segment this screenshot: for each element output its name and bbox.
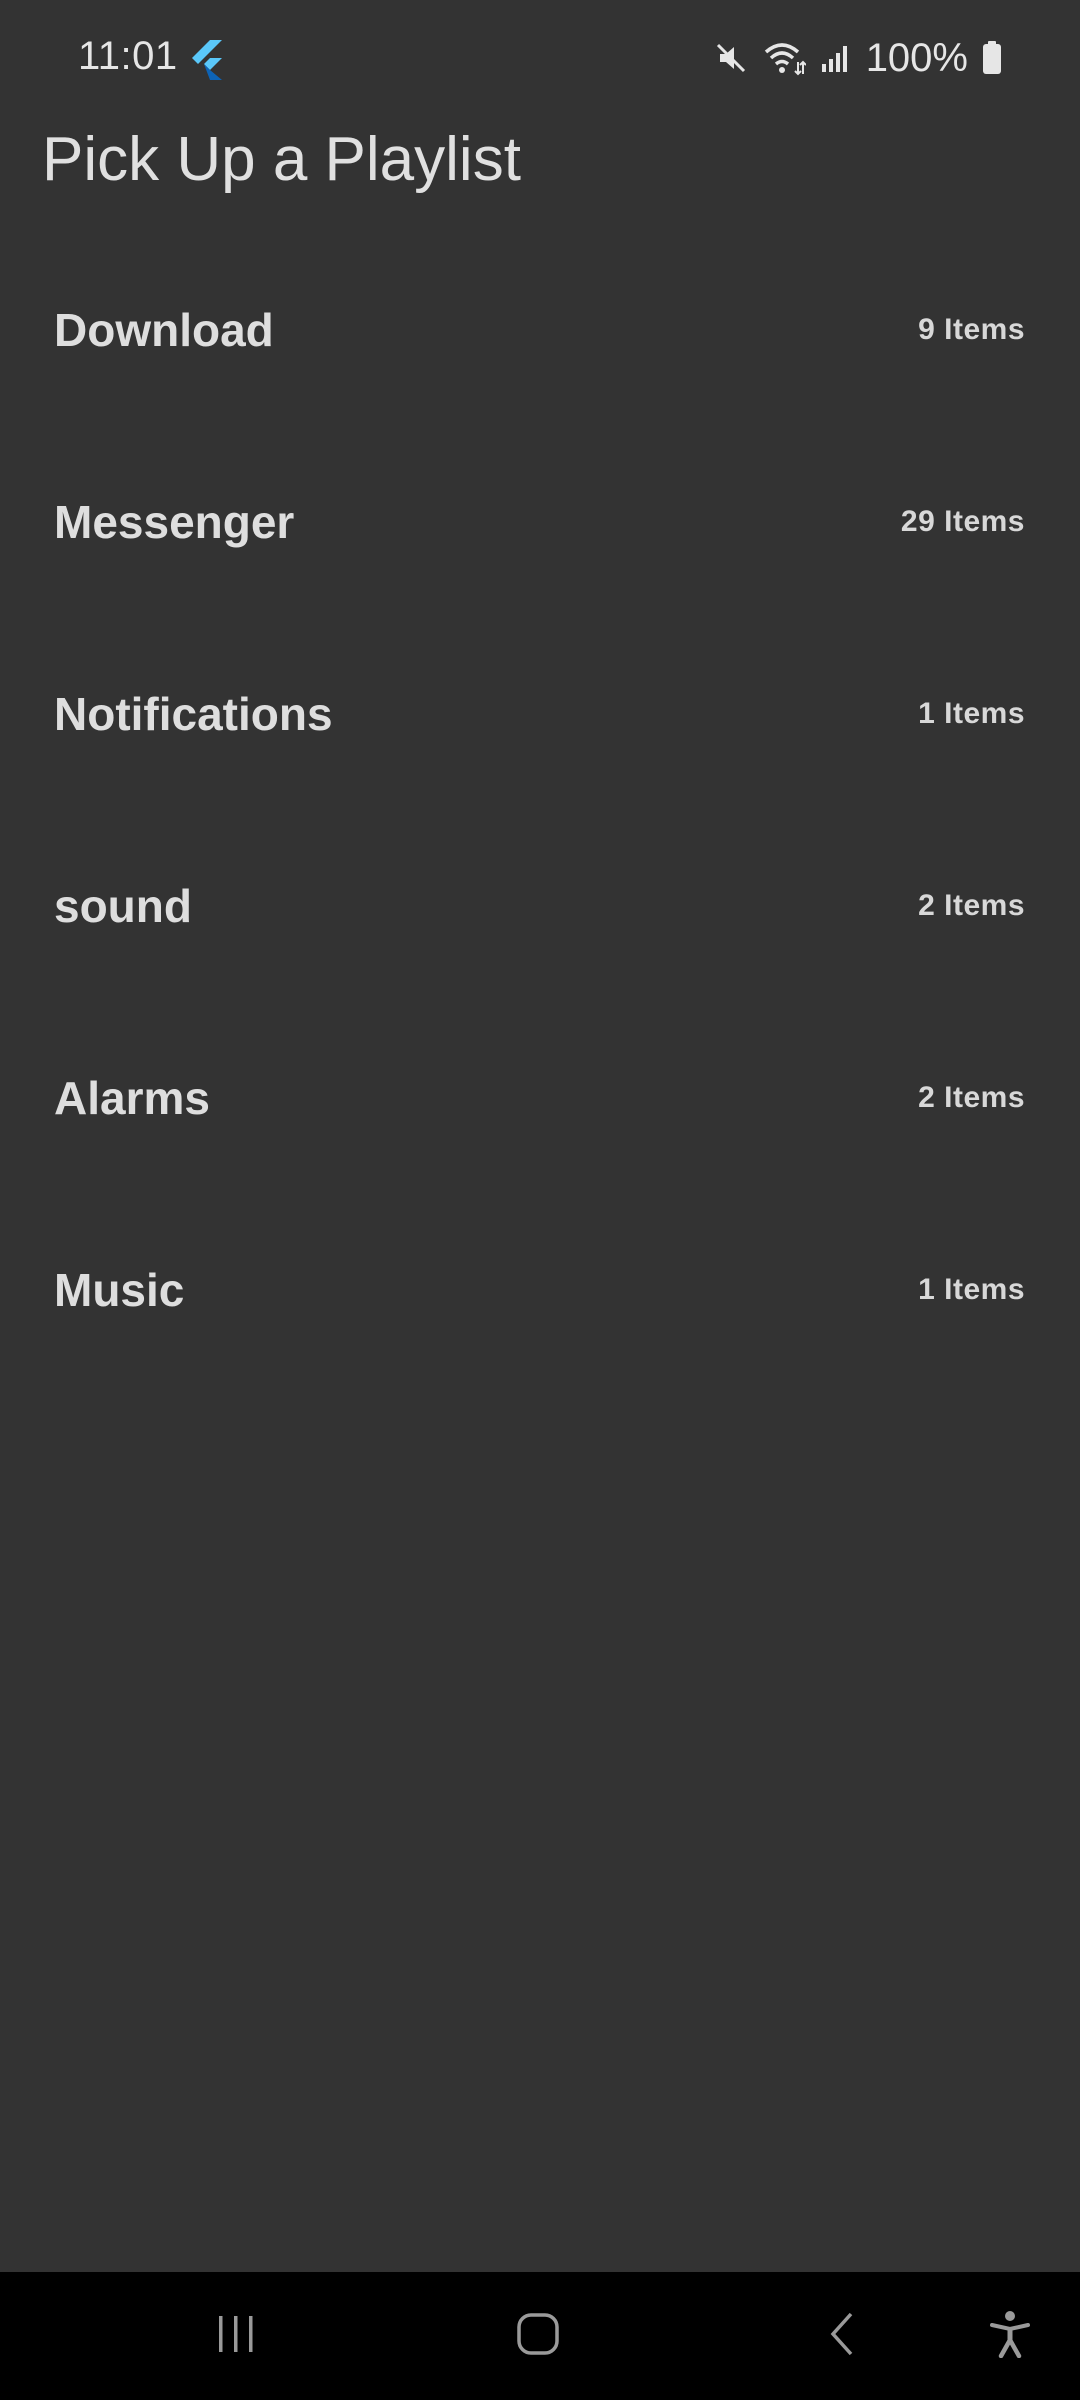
playlist-item-messenger[interactable]: Messenger 29 Items — [0, 426, 1080, 618]
battery-icon — [982, 41, 1002, 75]
playlist-count: 2 Items — [918, 1081, 1025, 1114]
playlist-name: Messenger — [54, 496, 295, 548]
home-icon — [516, 2312, 560, 2361]
playlist-name: Notifications — [54, 688, 333, 740]
navigation-bar — [0, 2272, 1080, 2400]
playlist-item-music[interactable]: Music 1 Items — [0, 1194, 1080, 1386]
playlist-name: Download — [54, 304, 274, 356]
screen: 11:01 100% Pick Up a Playlist Download 9… — [0, 0, 1080, 2400]
accessibility-icon — [990, 2310, 1030, 2363]
recents-icon — [215, 2314, 257, 2359]
battery-percent: 100% — [865, 35, 968, 80]
status-bar: 11:01 100% — [0, 0, 1080, 120]
playlist-name: Music — [54, 1264, 185, 1316]
playlist-count: 1 Items — [918, 1273, 1025, 1306]
playlist-item-sound[interactable]: sound 2 Items — [0, 810, 1080, 1002]
home-button[interactable] — [478, 2272, 598, 2400]
flutter-icon — [190, 40, 226, 80]
playlist-list: Download 9 Items Messenger 29 Items Noti… — [0, 234, 1080, 1386]
playlist-count: 9 Items — [918, 313, 1025, 346]
back-button[interactable] — [782, 2272, 902, 2400]
playlist-count: 1 Items — [918, 697, 1025, 730]
wifi-icon — [762, 40, 806, 76]
mute-icon — [714, 41, 748, 75]
recents-button[interactable] — [176, 2272, 296, 2400]
accessibility-button[interactable] — [950, 2272, 1070, 2400]
page-title: Pick Up a Playlist — [42, 125, 521, 194]
status-time: 11:01 — [78, 34, 178, 78]
playlist-name: Alarms — [54, 1072, 210, 1124]
playlist-item-notifications[interactable]: Notifications 1 Items — [0, 618, 1080, 810]
playlist-name: sound — [54, 880, 192, 932]
status-icons: 100% — [714, 34, 1002, 82]
playlist-item-alarms[interactable]: Alarms 2 Items — [0, 1002, 1080, 1194]
playlist-item-download[interactable]: Download 9 Items — [0, 234, 1080, 426]
playlist-count: 29 Items — [900, 505, 1025, 538]
back-icon — [827, 2310, 857, 2363]
playlist-count: 2 Items — [918, 889, 1025, 922]
signal-icon — [820, 42, 852, 74]
